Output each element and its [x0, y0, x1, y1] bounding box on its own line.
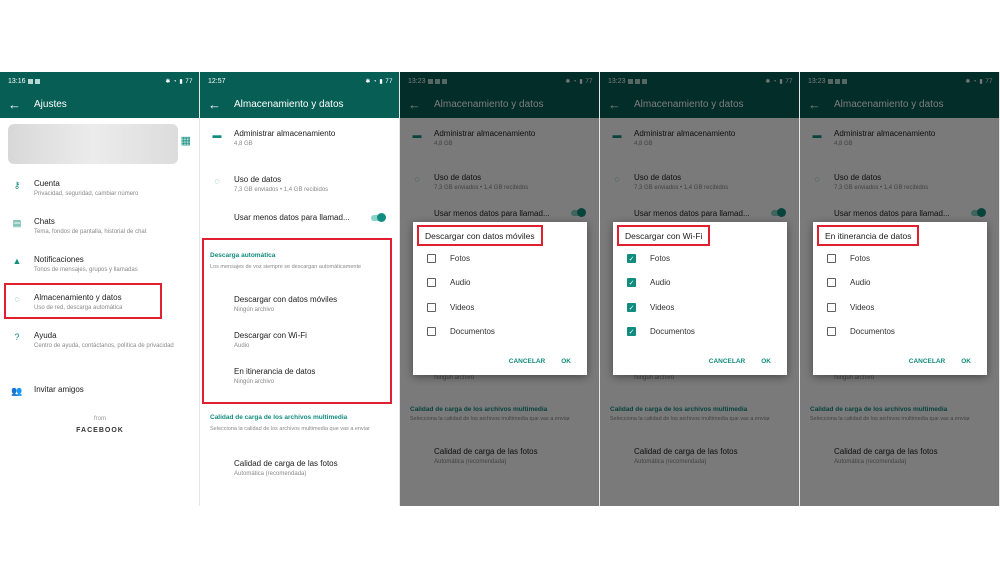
data-usage-icon: ◌ — [214, 176, 220, 186]
dialog-screen-roaming: 13:23 ✱ ◔ ▮ 77 ← Almacenamiento y datos … — [800, 72, 1000, 506]
settings-item-invitar[interactable]: 👥 Invitar amigos — [0, 384, 199, 397]
settings-screen: 13:16 ✱ ◔ ▮ 77 ← Ajustes ▦ ⚷ Cuenta Priva… — [0, 72, 200, 506]
settings-item-notificaciones[interactable]: ▲ Notificaciones Tonos de mensajes, grupo… — [0, 254, 199, 274]
option-audio[interactable]: Audio — [427, 278, 470, 287]
option-documentos[interactable]: Documentos — [827, 327, 895, 336]
key-icon: ⚷ — [13, 180, 21, 190]
option-fotos[interactable]: ✓ Fotos — [627, 254, 670, 263]
status-time: 12:57 — [208, 78, 226, 85]
photo-quality-item[interactable]: Calidad de carga de las fotos Automática … — [200, 458, 399, 478]
status-icons: ✱ ◔ ▮ 77 — [365, 79, 393, 85]
cancel-button[interactable]: CANCELAR — [509, 358, 545, 365]
checkbox[interactable]: ✓ — [627, 278, 636, 287]
settings-item-cuenta[interactable]: ⚷ Cuenta Privacidad, seguridad, cambiar n… — [0, 178, 199, 198]
people-icon: 👥 — [11, 386, 23, 396]
facebook-brand: FACEBOOK — [76, 427, 124, 434]
back-arrow-icon[interactable]: ← — [8, 97, 34, 112]
back-arrow-icon[interactable]: ← — [208, 97, 234, 112]
checkbox[interactable] — [827, 303, 836, 312]
settings-item-ayuda[interactable]: ? Ayuda Centro de ayuda, contáctanos, pol… — [0, 330, 199, 350]
qr-code-icon[interactable]: ▦ — [181, 134, 191, 147]
highlight-dialog-title — [617, 225, 710, 246]
checkbox[interactable] — [427, 327, 436, 336]
checkbox[interactable]: ✓ — [627, 254, 636, 263]
ok-button[interactable]: OK — [761, 358, 771, 365]
profile-card[interactable] — [8, 124, 178, 164]
option-fotos[interactable]: Fotos — [827, 254, 870, 263]
page-title: Almacenamiento y datos — [234, 99, 344, 110]
option-videos[interactable]: Videos — [827, 303, 874, 312]
checkbox[interactable] — [827, 278, 836, 287]
ok-button[interactable]: OK — [961, 358, 971, 365]
from-label: from — [94, 416, 106, 422]
option-videos[interactable]: ✓ Videos — [627, 303, 674, 312]
manage-storage-item[interactable]: ▬ Administrar almacenamiento 4,8 GB — [200, 128, 399, 148]
download-dialog: Descargar con datos móviles Fotos Audio … — [413, 222, 587, 375]
option-fotos[interactable]: Fotos — [427, 254, 470, 263]
download-dialog: En itinerancia de datos Fotos Audio Vide… — [813, 222, 987, 375]
data-usage-item[interactable]: ◌ Uso de datos 7,3 GB enviados • 1,4 GB r… — [200, 174, 399, 194]
checkbox[interactable]: ✓ — [627, 327, 636, 336]
status-bar: 13:16 ✱ ◔ ▮ 77 — [0, 72, 199, 91]
checkbox[interactable] — [827, 254, 836, 263]
cancel-button[interactable]: CANCELAR — [709, 358, 745, 365]
status-bar: 12:57 ✱ ◔ ▮ 77 — [200, 72, 399, 91]
less-data-item[interactable]: Usar menos datos para llamad... — [200, 212, 399, 223]
media-quality-description: Selecciona la calidad de los archivos mu… — [210, 426, 370, 432]
option-documentos[interactable]: ✓ Documentos — [627, 327, 695, 336]
status-time: 13:16 — [8, 78, 26, 85]
highlight-storage — [4, 283, 162, 319]
dialog-screen-wifi: 13:23 ✱ ◔ ▮ 77 ← Almacenamiento y datos … — [600, 72, 800, 506]
page-title: Ajustes — [34, 99, 67, 110]
highlight-dialog-title — [417, 225, 543, 246]
ok-button[interactable]: OK — [561, 358, 571, 365]
checkbox[interactable]: ✓ — [627, 303, 636, 312]
option-videos[interactable]: Videos — [427, 303, 474, 312]
settings-item-chats[interactable]: ▤ Chats Tema, fondos de pantalla, histori… — [0, 216, 199, 236]
highlight-dialog-title — [817, 225, 919, 246]
bell-icon: ▲ — [12, 256, 22, 266]
checkbox[interactable] — [427, 303, 436, 312]
cancel-button[interactable]: CANCELAR — [909, 358, 945, 365]
checkbox[interactable] — [427, 254, 436, 263]
option-audio[interactable]: ✓ Audio — [627, 278, 670, 287]
media-quality-header: Calidad de carga de los archivos multime… — [210, 414, 348, 421]
help-icon: ? — [14, 332, 20, 342]
checkbox[interactable] — [427, 278, 436, 287]
checkbox[interactable] — [827, 327, 836, 336]
app-bar: ← Ajustes — [0, 91, 199, 118]
option-documentos[interactable]: Documentos — [427, 327, 495, 336]
download-dialog: Descargar con Wi-Fi ✓ Fotos ✓ Audio ✓ Video… — [613, 222, 787, 375]
dialog-screen-mobile: 13:23 ✱ ◔ ▮ 77 ← Almacenamiento y datos … — [400, 72, 600, 506]
chat-icon: ▤ — [12, 218, 22, 228]
status-icons: ✱ ◔ ▮ 77 — [165, 79, 193, 85]
folder-icon: ▬ — [212, 130, 222, 140]
screenshot-strip: 13:16 ✱ ◔ ▮ 77 ← Ajustes ▦ ⚷ Cuenta Priva… — [0, 72, 1000, 506]
less-data-toggle[interactable] — [371, 213, 386, 222]
storage-screen: 12:57 ✱ ◔ ▮ 77 ← Almacenamiento y datos … — [200, 72, 400, 506]
app-bar: ← Almacenamiento y datos — [200, 91, 399, 118]
option-audio[interactable]: Audio — [827, 278, 870, 287]
highlight-auto-download — [202, 238, 392, 404]
